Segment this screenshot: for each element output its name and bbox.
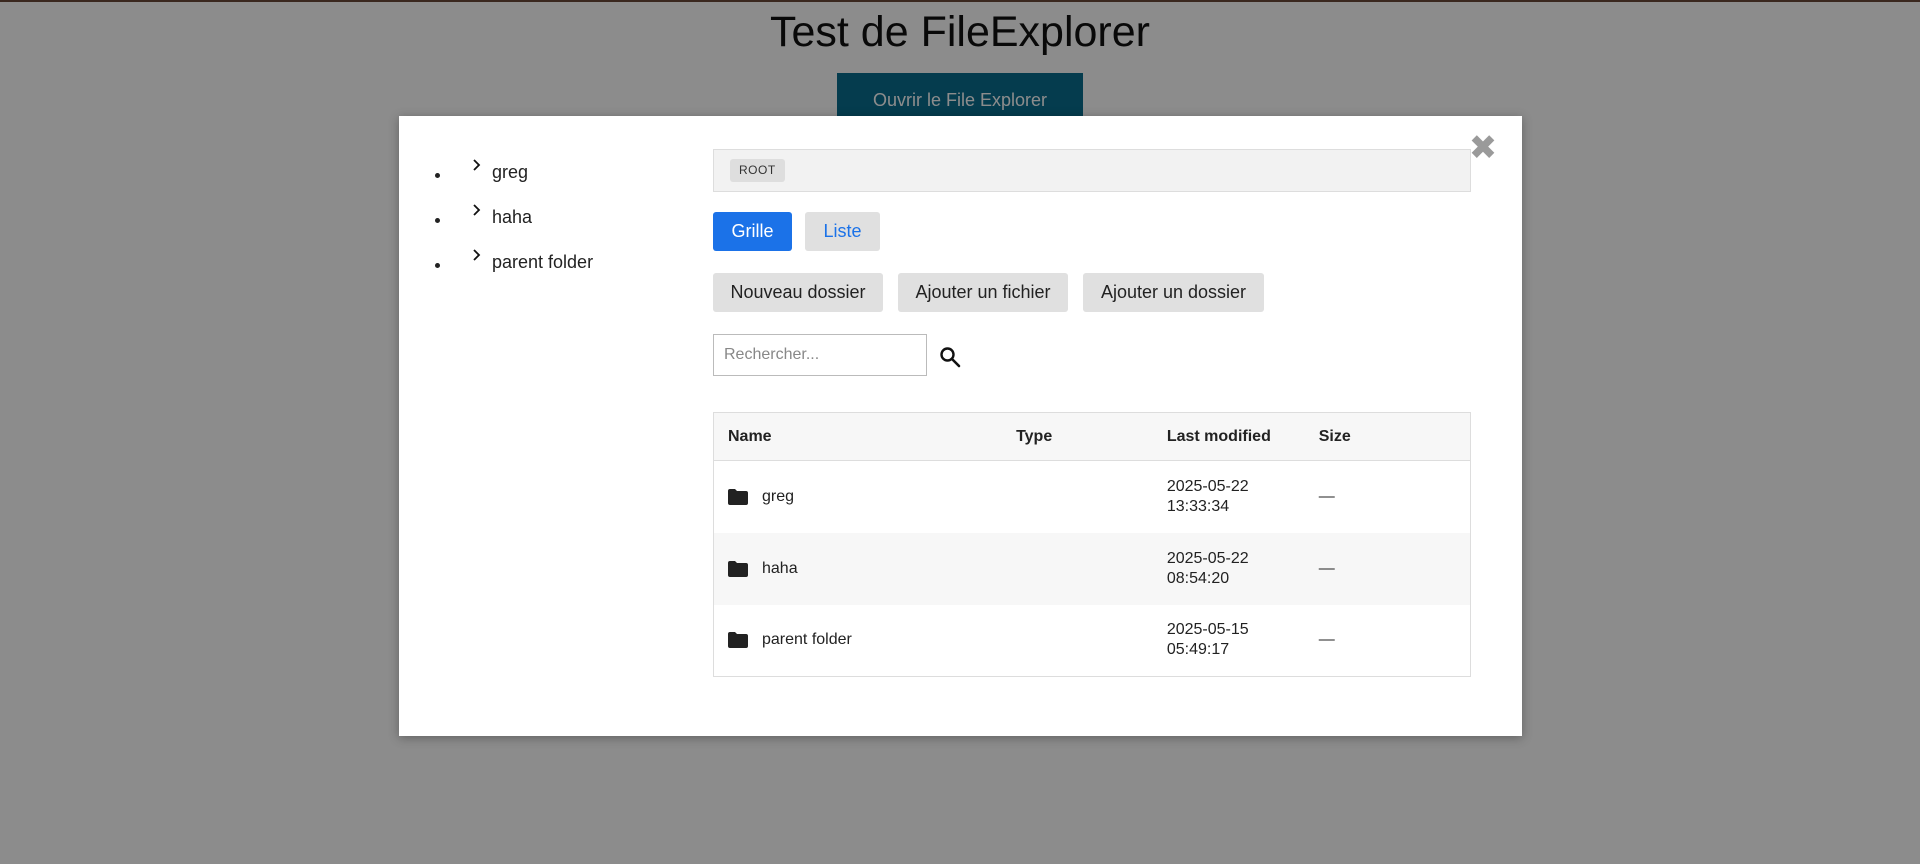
bullet-icon bbox=[435, 218, 440, 223]
bullet-icon bbox=[435, 263, 440, 268]
file-explorer-modal: ✖ greg haha parent folder ROOT Grille Li… bbox=[399, 116, 1522, 736]
table-row[interactable]: greg 2025-05-22 13:33:34 — bbox=[714, 461, 1471, 533]
file-type bbox=[1016, 461, 1167, 533]
column-header-last-modified[interactable]: Last modified bbox=[1167, 413, 1319, 461]
new-folder-button[interactable]: Nouveau dossier bbox=[713, 273, 883, 312]
file-modified: 2025-05-22 08:54:20 bbox=[1166, 549, 1249, 587]
tree-item-label[interactable]: haha bbox=[492, 207, 532, 228]
column-header-size[interactable]: Size bbox=[1319, 413, 1471, 461]
file-size: — bbox=[1318, 559, 1335, 577]
file-type bbox=[1016, 533, 1167, 605]
search-input[interactable] bbox=[713, 334, 927, 376]
bullet-icon bbox=[435, 173, 440, 178]
close-icon[interactable]: ✖ bbox=[1468, 131, 1498, 165]
chevron-right-icon[interactable] bbox=[470, 203, 484, 217]
file-name: greg bbox=[762, 487, 795, 505]
folder-icon bbox=[728, 560, 748, 577]
breadcrumb-root[interactable]: ROOT bbox=[730, 159, 785, 182]
file-modified: 2025-05-15 05:49:17 bbox=[1166, 621, 1249, 659]
chevron-right-icon[interactable] bbox=[470, 158, 484, 172]
file-name: parent folder bbox=[762, 631, 852, 649]
add-file-button[interactable]: Ajouter un fichier bbox=[898, 273, 1068, 312]
grid-view-button[interactable]: Grille bbox=[713, 212, 792, 251]
add-folder-button[interactable]: Ajouter un dossier bbox=[1083, 273, 1264, 312]
tree-item-label[interactable]: greg bbox=[492, 162, 528, 183]
breadcrumb: ROOT bbox=[713, 149, 1471, 192]
column-header-type[interactable]: Type bbox=[1016, 413, 1167, 461]
file-size: — bbox=[1318, 487, 1335, 505]
file-table: Name Type Last modified Size greg 2025-0… bbox=[713, 412, 1471, 677]
search-icon[interactable] bbox=[938, 345, 962, 369]
file-size: — bbox=[1318, 631, 1335, 649]
table-row[interactable]: parent folder 2025-05-15 05:49:17 — bbox=[714, 605, 1471, 677]
table-row[interactable]: haha 2025-05-22 08:54:20 — bbox=[713, 532, 1471, 605]
chevron-right-icon[interactable] bbox=[470, 248, 484, 262]
file-modified: 2025-05-22 13:33:34 bbox=[1166, 477, 1249, 515]
list-view-button[interactable]: Liste bbox=[805, 212, 880, 251]
folder-icon bbox=[728, 632, 748, 649]
tree-item-label[interactable]: parent folder bbox=[492, 252, 593, 273]
file-name: haha bbox=[762, 559, 798, 577]
folder-icon bbox=[728, 488, 748, 505]
table-header-row: Name Type Last modified Size bbox=[713, 412, 1471, 461]
column-header-name[interactable]: Name bbox=[714, 413, 1017, 461]
file-type bbox=[1016, 605, 1167, 677]
